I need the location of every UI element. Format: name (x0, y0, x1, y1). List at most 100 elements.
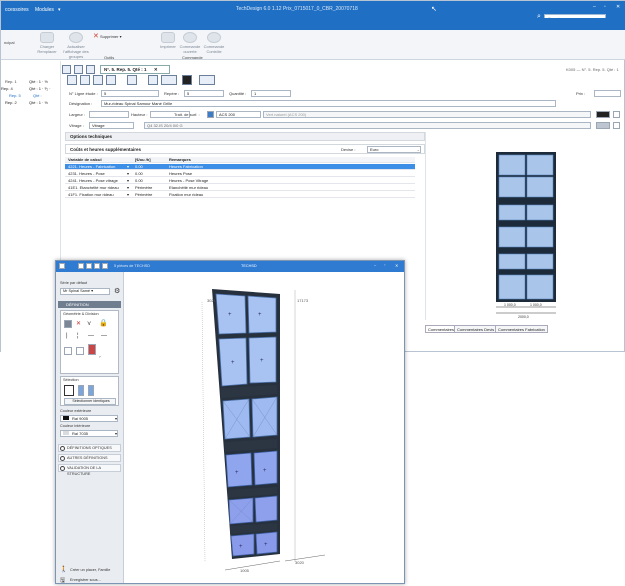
select-glass-icon[interactable] (78, 385, 84, 396)
save-as-button[interactable]: Enregistrer sous... (70, 578, 101, 582)
select-identical-button[interactable]: Sélectionner identiques (64, 398, 116, 405)
section-validation[interactable]: VALIDATION DE LA STRUCTURE (58, 464, 121, 476)
align2-tool-icon[interactable] (76, 347, 84, 355)
table-row[interactable]: 41E1. Etanchéité mur rideau ▾ Périmètre E… (65, 185, 415, 191)
imprimer-button[interactable]: Imprimer (158, 32, 178, 49)
select-glass2-icon[interactable] (88, 385, 94, 396)
toolbar-icon[interactable] (102, 263, 108, 269)
door-icon[interactable] (93, 75, 103, 85)
tab-commentaires-fabrication[interactable]: Commentaires Fabrication (495, 325, 548, 333)
delete-tool-icon[interactable]: ✕ (76, 320, 81, 327)
measure-icon: ⌐ (99, 355, 102, 359)
vitrage-search-icon[interactable] (613, 122, 620, 129)
toolbar-icon[interactable] (86, 263, 92, 269)
tree-item[interactable]: Rep. 4 (1, 86, 13, 91)
color-int-label: Couleur intérieure (60, 424, 91, 428)
color-icon[interactable] (127, 75, 137, 85)
section-definition[interactable]: DÉFINITION (58, 301, 121, 308)
supprimer-button[interactable]: ✕ Supprimer ▾ (93, 32, 133, 40)
prix-input[interactable] (594, 90, 621, 97)
designation-input[interactable]: Mur-rideau Spinal Samour Mané Grille (101, 100, 556, 107)
layout-dropdown-icon[interactable] (161, 75, 177, 85)
tab-commentaires[interactable]: Commentaires (425, 325, 458, 333)
menu-more-icon[interactable]: ▾ (58, 7, 61, 13)
table-row[interactable]: 4231. Heures - Pose ▾ 0.00 Heures Pose (65, 171, 415, 177)
charger-button[interactable]: Charger Remplacer (34, 32, 60, 54)
section-autres[interactable]: AUTRES DÉFINITIONS (58, 454, 121, 462)
create-place-button[interactable]: Créer un placer, Famille (70, 568, 110, 572)
frame-icon[interactable] (67, 75, 77, 85)
close-button[interactable]: ✕ (395, 263, 398, 268)
curtain-wall-drawing[interactable]: + + + + + + + + 3021 17173 1005 3020 (125, 272, 405, 583)
section-options[interactable]: DÉFINITIONS OPTIQUES (58, 444, 121, 452)
dim-bottom-2: 3020 (295, 560, 305, 565)
ribbon-group-outils: Outils (104, 55, 115, 60)
trait-color-icon[interactable] (207, 111, 214, 118)
doc-view-icon[interactable] (74, 65, 83, 74)
ligne-input[interactable]: 5 (101, 90, 159, 97)
vitrage-input[interactable]: Vitrage (89, 122, 134, 129)
svg-text:+: + (239, 544, 243, 550)
table-row[interactable]: 41F1. Fixation mur rideau ▾ Périmètre Fix… (65, 192, 415, 198)
horizontal2-tool-icon[interactable]: — (101, 333, 107, 339)
tree-item-selected[interactable]: Rep. 5 (9, 93, 21, 98)
toolbar-icon[interactable] (94, 263, 100, 269)
close-button[interactable]: ✕ (616, 4, 620, 10)
select-frame-icon[interactable] (64, 385, 74, 396)
col-remarques[interactable]: Remarques (169, 157, 191, 163)
top-right-info: K005 — N°. 5. Rep. 5. Qté : 1 (566, 67, 619, 72)
horizontal-tool-icon[interactable]: — (88, 333, 94, 339)
doc-list-icon[interactable] (86, 65, 95, 74)
ribbon: ncipal Charger Remplacer Actualiser l'af… (1, 30, 625, 60)
vertical2-tool-icon[interactable]: ¦ (77, 333, 79, 339)
trait-swatch (596, 111, 610, 118)
trait-input[interactable]: ACS 200 (216, 111, 261, 118)
minimize-button[interactable]: – (593, 4, 596, 10)
commande-ouverte-button[interactable]: Commande ouverte (179, 32, 201, 54)
color-int-select[interactable]: Ral 7035 ▾ (60, 430, 118, 437)
tab-item-5[interactable]: N°. 5. Rep. 5. Qté : 1 ✕ (100, 65, 170, 74)
grid-tool-icon[interactable] (64, 320, 72, 328)
series-select[interactable]: Mr Spinal Samé ▾ (60, 288, 110, 295)
svg-text:+: + (258, 312, 262, 318)
menu-accessoires[interactable]: ccessoires (5, 7, 29, 13)
copy-icon[interactable] (148, 75, 158, 85)
preview-width-2: 1 000,0 (530, 303, 542, 307)
col-variable[interactable]: Variable de calcul (68, 157, 102, 163)
actualiser-button[interactable]: Actualiser l'affichage des groupes (61, 32, 91, 59)
tools-icon[interactable] (106, 75, 116, 85)
lock-tool-icon[interactable]: 🔒 (99, 319, 108, 327)
repere-input[interactable]: 5 (184, 90, 224, 97)
settings-icon[interactable]: ⚙ (114, 287, 120, 295)
panel-tool-icon[interactable] (88, 344, 96, 355)
minimize-button[interactable]: – (374, 263, 376, 267)
maximize-button[interactable]: ▫ (604, 4, 606, 10)
toolbar-icon[interactable] (78, 263, 84, 269)
devise-select[interactable]: Euro ⌄ (367, 146, 421, 153)
svg-text:+: + (260, 358, 264, 364)
prix-label: Prix : (576, 91, 586, 96)
maximize-button[interactable]: ▫ (384, 263, 385, 267)
color-ext-select[interactable]: Ral 9005 ▾ (60, 415, 118, 422)
window-icon[interactable] (80, 75, 90, 85)
expand-icon (60, 446, 65, 451)
geometry-label: Géométrie & Division (63, 312, 99, 316)
vertical-tool-icon[interactable]: | (66, 333, 68, 339)
commande-controle-button[interactable]: Commande Contrôle (203, 32, 225, 54)
options-header[interactable]: Options techniques (65, 132, 425, 141)
screen-icon[interactable] (182, 75, 192, 85)
doc-grid-icon[interactable] (62, 65, 71, 74)
menu-modules[interactable]: Modules (35, 7, 54, 13)
split-tool-icon[interactable]: ⋎ (87, 320, 91, 327)
flag-dropdown-icon[interactable] (199, 75, 215, 85)
align-tool-icon[interactable] (64, 347, 72, 355)
trait-search-icon[interactable] (613, 111, 620, 118)
quantite-input[interactable]: 1 (251, 90, 291, 97)
tree-item[interactable]: Rep. 1 (5, 79, 17, 84)
tab-commentaires-devis[interactable]: Commentaires Devis (454, 325, 498, 333)
col-value[interactable]: [€/ou /h] (135, 157, 151, 163)
largeur-input[interactable] (89, 111, 129, 118)
table-row[interactable]: 4241. Heures - Pose vitrage ▾ 0.00 Heures… (65, 178, 415, 184)
table-row[interactable]: 4221. Heures - Fabrication ▾ 0.00 Heures … (65, 164, 415, 170)
tree-item[interactable]: Rep. 2 (5, 100, 17, 105)
